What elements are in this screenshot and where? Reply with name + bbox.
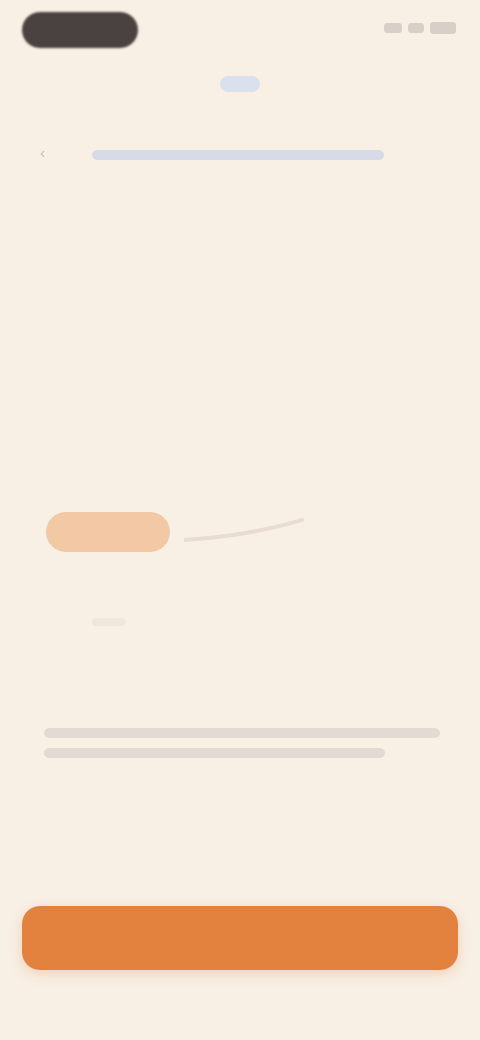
header — [0, 70, 480, 97]
progress-fill — [92, 150, 384, 160]
status-bar — [0, 0, 480, 64]
status-icons — [384, 22, 456, 34]
answer-row — [46, 512, 304, 552]
info-text — [44, 728, 440, 768]
continue-button[interactable] — [22, 906, 458, 970]
battery-icon — [430, 22, 456, 34]
info-line — [44, 748, 385, 758]
brand-logo — [220, 76, 260, 92]
dynamic-island — [22, 12, 138, 48]
answer-chip[interactable] — [46, 512, 170, 552]
back-icon[interactable]: ‹ — [40, 146, 56, 162]
sub-hint — [92, 618, 126, 626]
info-line — [44, 728, 440, 738]
answer-curve — [184, 518, 304, 542]
signal-icon — [384, 23, 402, 33]
progress-bar — [92, 150, 384, 160]
wifi-icon — [408, 23, 424, 33]
